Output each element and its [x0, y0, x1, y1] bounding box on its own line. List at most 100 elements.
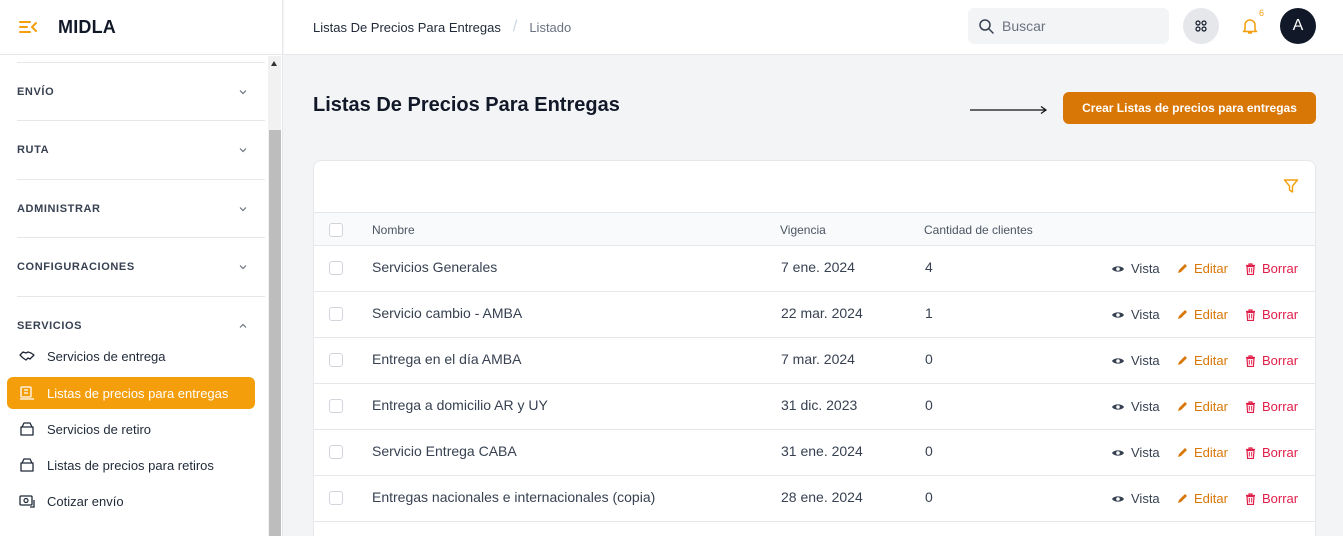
nav-section-envio[interactable]: ENVÍO [17, 62, 265, 120]
edit-label: Editar [1194, 399, 1228, 414]
edit-button[interactable]: Editar [1176, 399, 1228, 414]
nav-section-ruta[interactable]: RUTA [17, 120, 265, 178]
notification-count-badge: 6 [1259, 8, 1265, 18]
edit-button[interactable]: Editar [1176, 491, 1228, 506]
page-title: Listas De Precios Para Entregas [313, 94, 620, 116]
apps-button[interactable] [1183, 8, 1219, 44]
sidebar-item-listas-precios-retiros[interactable]: Listas de precios para retiros [7, 449, 255, 481]
notifications-button[interactable] [1239, 15, 1261, 37]
column-header-cantidad-clientes[interactable]: Cantidad de clientes [924, 223, 1033, 237]
table-row: Entregas nacionales e internacionales (c… [314, 476, 1315, 522]
table-body: Servicios Generales 7 ene. 2024 4 Vista … [314, 246, 1315, 522]
column-header-nombre[interactable]: Nombre [372, 223, 415, 237]
section-label: ENVÍO [17, 85, 55, 98]
cell-nombre: Servicio Entrega CABA [372, 443, 517, 459]
row-checkbox[interactable] [329, 353, 343, 367]
edit-button[interactable]: Editar [1176, 445, 1228, 460]
cell-vigencia: 7 ene. 2024 [781, 259, 855, 275]
edit-button[interactable]: Editar [1176, 307, 1228, 322]
breadcrumb-item-current: Listado [529, 19, 572, 35]
delete-button[interactable]: Borrar [1245, 261, 1298, 276]
delete-label: Borrar [1262, 491, 1299, 506]
arrow-right-icon [970, 106, 1048, 114]
trash-icon [1246, 446, 1255, 459]
create-price-list-button[interactable]: Crear Listas de precios para entregas [1063, 92, 1316, 124]
collapse-menu-icon[interactable] [19, 19, 39, 35]
edit-button[interactable]: Editar [1176, 261, 1228, 276]
chevron-up-icon [239, 323, 247, 328]
delete-button[interactable]: Borrar [1245, 491, 1298, 506]
select-all-checkbox[interactable] [329, 223, 343, 237]
delete-button[interactable]: Borrar [1245, 353, 1298, 368]
row-checkbox[interactable] [329, 445, 343, 459]
sidebar-item-label: Servicios de entrega [47, 348, 166, 364]
breadcrumb: Listas De Precios Para Entregas / Listad… [313, 18, 571, 36]
view-button[interactable]: Vista [1111, 491, 1160, 506]
delete-label: Borrar [1262, 261, 1299, 276]
trash-icon [1246, 308, 1255, 321]
edit-label: Editar [1194, 491, 1228, 506]
scroll-up-arrow-icon[interactable] [271, 61, 277, 66]
sidebar-item-listas-precios-entregas[interactable]: Listas de precios para entregas [7, 377, 255, 409]
edit-button[interactable]: Editar [1176, 353, 1228, 368]
pencil-icon [1178, 447, 1187, 457]
eye-icon [1112, 403, 1124, 410]
row-checkbox[interactable] [329, 491, 343, 505]
delete-button[interactable]: Borrar [1245, 445, 1298, 460]
column-header-vigencia[interactable]: Vigencia [780, 223, 826, 237]
view-button[interactable]: Vista [1111, 261, 1160, 276]
avatar[interactable]: A [1280, 8, 1316, 44]
scroll-thumb[interactable] [269, 130, 281, 536]
breadcrumb-separator: / [512, 18, 518, 35]
edit-label: Editar [1194, 353, 1228, 368]
view-label: Vista [1131, 445, 1160, 460]
view-label: Vista [1131, 261, 1160, 276]
sidebar-item-servicios-de-entrega[interactable]: Servicios de entrega [7, 340, 255, 372]
sidebar-item-label: Servicios de retiro [47, 421, 152, 437]
delete-button[interactable]: Borrar [1245, 399, 1298, 414]
chevron-down-icon [239, 264, 247, 269]
chevron-down-icon [239, 147, 247, 152]
search-input[interactable] [1002, 18, 1152, 34]
box-icon [19, 421, 35, 437]
row-checkbox[interactable] [329, 399, 343, 413]
eye-icon [1112, 357, 1124, 364]
cell-nombre: Entrega en el día AMBA [372, 351, 522, 367]
delete-label: Borrar [1262, 399, 1299, 414]
trash-icon [1246, 354, 1255, 367]
section-label: ADMINISTRAR [17, 202, 101, 215]
search-box[interactable] [968, 8, 1169, 44]
breadcrumb-item[interactable]: Listas De Precios Para Entregas [313, 20, 501, 35]
chevron-down-icon [239, 89, 247, 94]
table-row: Servicio Entrega CABA 31 ene. 2024 0 Vis… [314, 430, 1315, 476]
row-checkbox[interactable] [329, 261, 343, 275]
delete-label: Borrar [1262, 353, 1299, 368]
table-row: Servicios Generales 7 ene. 2024 4 Vista … [314, 246, 1315, 292]
view-button[interactable]: Vista [1111, 445, 1160, 460]
sidebar-scrollbar[interactable] [268, 56, 281, 536]
sidebar-item-cotizar-envio[interactable]: Cotizar envío [7, 485, 255, 517]
eye-icon [1112, 265, 1124, 272]
nav-section-configuraciones[interactable]: CONFIGURACIONES [17, 237, 265, 295]
view-button[interactable]: Vista [1111, 307, 1160, 322]
sidebar-item-servicios-de-retiro[interactable]: Servicios de retiro [7, 413, 255, 445]
view-button[interactable]: Vista [1111, 353, 1160, 368]
cell-cantidad-clientes: 0 [925, 351, 933, 367]
view-label: Vista [1131, 353, 1160, 368]
view-button[interactable]: Vista [1111, 399, 1160, 414]
row-checkbox[interactable] [329, 307, 343, 321]
edit-label: Editar [1194, 445, 1228, 460]
search-icon [979, 19, 994, 34]
table-row: Servicio cambio - AMBA 22 mar. 2024 1 Vi… [314, 292, 1315, 338]
price-list-icon [19, 385, 35, 401]
eye-icon [1112, 495, 1124, 502]
cell-nombre: Servicios Generales [372, 259, 498, 275]
cell-cantidad-clientes: 0 [925, 489, 933, 505]
cell-cantidad-clientes: 0 [925, 443, 933, 459]
section-label: CONFIGURACIONES [17, 260, 135, 273]
filter-icon[interactable] [1283, 178, 1299, 194]
trash-icon [1246, 262, 1255, 275]
delete-button[interactable]: Borrar [1245, 307, 1298, 322]
delete-label: Borrar [1262, 307, 1299, 322]
nav-section-administrar[interactable]: ADMINISTRAR [17, 179, 265, 237]
